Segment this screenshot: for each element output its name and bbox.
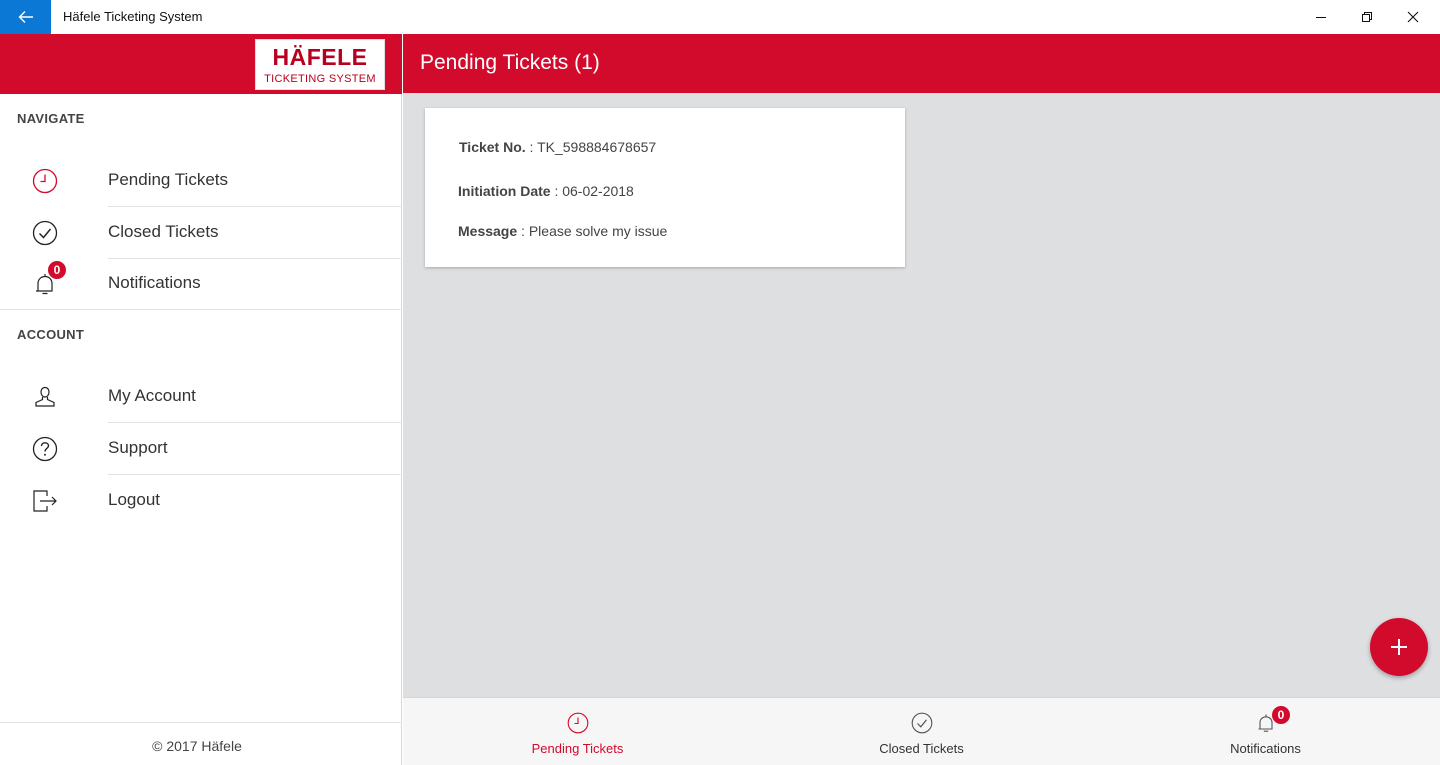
ticket-card[interactable]: Ticket No. : TK_598884678657 Initiation … <box>425 108 905 267</box>
bottom-tab-bar: Pending Tickets Closed Tickets 0 Notific… <box>403 697 1440 765</box>
sidebar-item-logout[interactable]: Logout <box>0 475 402 527</box>
tab-label: Notifications <box>1230 741 1301 756</box>
sidebar-item-label: Notifications <box>108 273 201 292</box>
add-ticket-button[interactable] <box>1370 618 1428 676</box>
ticket-number-label: Ticket No. <box>459 139 526 155</box>
sidebar-item-label: Pending Tickets <box>108 170 229 189</box>
clock-icon <box>32 168 58 194</box>
sidebar: HÄFELE TICKETING SYSTEM NAVIGATE Pending… <box>0 34 402 765</box>
clock-icon <box>567 712 589 734</box>
footer-divider <box>0 722 402 723</box>
minimize-icon <box>1316 17 1326 18</box>
main-content: Pending Tickets (1) Ticket No. : TK_5988… <box>403 34 1440 765</box>
restore-icon <box>1362 12 1372 22</box>
check-circle-icon <box>911 712 933 734</box>
message-value: Please solve my issue <box>528 223 668 239</box>
page-header: Pending Tickets (1) <box>403 34 1440 93</box>
sidebar-item-support[interactable]: Support <box>0 423 402 475</box>
back-button[interactable] <box>0 0 51 34</box>
initiation-date-row: Initiation Date : 06-02-2018 <box>458 183 634 199</box>
sidebar-item-label: Logout <box>108 490 160 509</box>
tab-closed-tickets[interactable]: Closed Tickets <box>749 698 1094 765</box>
notification-badge: 0 <box>1272 706 1290 724</box>
tab-label: Pending Tickets <box>531 741 624 756</box>
section-divider <box>0 309 402 310</box>
copyright-text: © 2017 Häfele <box>152 738 242 754</box>
account-heading: ACCOUNT <box>17 327 85 342</box>
arrow-left-icon <box>18 11 33 23</box>
tab-label: Closed Tickets <box>879 741 964 756</box>
sidebar-item-label: Support <box>108 438 168 457</box>
logo-wordmark: HÄFELE <box>272 44 368 70</box>
sidebar-item-label: My Account <box>108 386 196 405</box>
close-icon <box>1407 11 1419 23</box>
ticket-number-value: TK_598884678657 <box>537 139 657 155</box>
logo-subtitle: TICKETING SYSTEM <box>264 73 376 85</box>
sidebar-item-closed-tickets[interactable]: Closed Tickets <box>0 207 402 259</box>
sidebar-item-label: Closed Tickets <box>108 222 219 241</box>
window-title: Häfele Ticketing System <box>63 9 203 24</box>
sidebar-item-my-account[interactable]: My Account <box>0 371 402 423</box>
ticket-number-row: Ticket No. : TK_598884678657 <box>459 139 657 155</box>
question-circle-icon <box>32 436 58 462</box>
page-title: Pending Tickets (1) <box>420 51 600 74</box>
logout-icon <box>33 490 57 512</box>
navigate-heading: NAVIGATE <box>17 111 85 126</box>
initiation-date-label: Initiation Date <box>458 183 551 199</box>
sidebar-item-notifications[interactable]: 0 Notifications <box>0 258 402 310</box>
message-label: Message <box>458 223 518 239</box>
check-circle-icon <box>32 220 58 246</box>
tab-pending-tickets[interactable]: Pending Tickets <box>405 698 750 765</box>
hafele-logo: HÄFELE TICKETING SYSTEM <box>255 39 385 90</box>
sidebar-header: HÄFELE TICKETING SYSTEM <box>0 34 402 94</box>
user-icon <box>35 386 55 407</box>
sidebar-item-pending-tickets[interactable]: Pending Tickets <box>0 155 402 207</box>
message-row: Message : Please solve my issue <box>458 223 668 239</box>
initiation-date-value: 06-02-2018 <box>562 183 634 199</box>
title-bar: Häfele Ticketing System <box>0 0 1440 34</box>
notification-badge: 0 <box>48 261 66 279</box>
plus-icon <box>1391 639 1407 655</box>
minimize-button[interactable] <box>1298 0 1344 34</box>
tab-notifications[interactable]: 0 Notifications <box>1093 698 1438 765</box>
restore-button[interactable] <box>1344 0 1390 34</box>
close-button[interactable] <box>1390 0 1436 34</box>
